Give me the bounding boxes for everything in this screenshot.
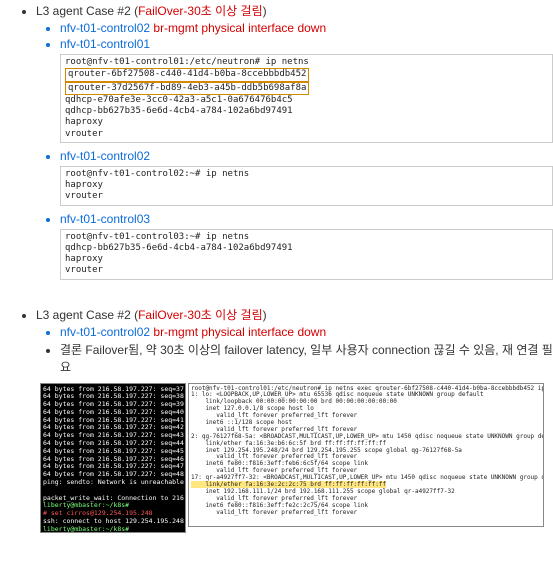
sec1-sub1-pre: nfv-t01-control02 <box>60 21 153 35</box>
sec1-title: L3 agent Case #2 (FailOver-30초 이상 걸림) <box>36 2 553 19</box>
sec2-title-pre: L3 agent Case #2 ( <box>36 308 138 322</box>
light-shot-tail: inet 192.168.111.1/24 brd 192.168.111.25… <box>191 488 455 516</box>
term3-l2: qdhcp-bb627b35-6e6d-4cb4-a784-102a6bd974… <box>65 243 293 253</box>
light-terminal-screenshot: root@nfv-t01-control01:/etc/neutron# ip … <box>188 383 544 527</box>
term3-l1: root@nfv-t01-control03:~# ip netns <box>65 232 249 242</box>
sec1-sub1: nfv-t01-control02 br-mgmt physical inter… <box>60 21 553 35</box>
sec2-sub1: nfv-t01-control02 br-mgmt physical inter… <box>60 325 553 339</box>
dark-shot-red: # set cirros@129.254.195.248 <box>43 509 153 517</box>
sec1-title-fail: FailOver-30초 이상 걸림 <box>138 4 263 18</box>
term1-box2: qrouter-37d2567f-bd89-4eb3-a45b-ddb5b698… <box>65 82 309 95</box>
terminal-control01: root@nfv-t01-control01:/etc/neutron# ip … <box>60 54 553 143</box>
dark-terminal-screenshot: 64 bytes from 216.58.197.227: seq=37 ttl… <box>40 383 186 533</box>
term2-l1: root@nfv-t01-control02:~# ip netns <box>65 169 249 179</box>
sec1-sub3: nfv-t01-control02 <box>60 149 553 163</box>
sec2-title: L3 agent Case #2 (FailOver-30초 이상 걸림) <box>36 306 553 323</box>
sec2-sub2: 결론 Failover됨, 약 30초 이상의 failover latency… <box>60 341 553 375</box>
sec1-title-post: ) <box>263 4 267 18</box>
dark-shot-body: 64 bytes from 216.58.197.227: seq=37 ttl… <box>43 385 186 502</box>
terminal-control03: root@nfv-t01-control03:~# ip netns qdhcp… <box>60 229 553 280</box>
light-shot-body: root@nfv-t01-control01:/etc/neutron# ip … <box>191 385 544 482</box>
sec1-title-pre: L3 agent Case #2 ( <box>36 4 138 18</box>
dark-shot-prompt2: liberty@mbaster:~/k8s# <box>43 525 133 533</box>
screenshot-row: 64 bytes from 216.58.197.227: seq=37 ttl… <box>40 383 553 533</box>
term1-l6: haproxy <box>65 117 103 127</box>
term2-l2: haproxy <box>65 180 103 190</box>
term3-l4: vrouter <box>65 265 103 275</box>
sec1-sub4: nfv-t01-control03 <box>60 212 553 226</box>
term2-l3: vrouter <box>65 191 103 201</box>
term1-l5: qdhcp-bb627b35-6e6d-4cb4-a784-102a6bd974… <box>65 106 293 116</box>
terminal-control02: root@nfv-t01-control02:~# ip netns hapro… <box>60 166 553 206</box>
term1-l4: qdhcp-e70afe3e-3cc0-42a3-a5c1-0a676476b4… <box>65 95 293 105</box>
dark-shot-last: ssh: connect to host 129.254.195.248 por… <box>43 517 186 525</box>
sec2-sub1-pre: nfv-t01-control02 <box>60 325 153 339</box>
term1-l7: vrouter <box>65 129 103 139</box>
sec1-sub2: nfv-t01-control01 <box>60 37 553 51</box>
dark-shot-prompt: liberty@mbaster:~/k8s# <box>43 501 133 509</box>
sec2-sub1-red: br-mgmt physical interface down <box>153 325 326 339</box>
term3-l3: haproxy <box>65 254 103 264</box>
term1-l1: root@nfv-t01-control01:/etc/neutron# ip … <box>65 57 309 67</box>
term1-box1: qrouter-6bf27508-c440-41d4-b0ba-8ccebbbd… <box>65 68 309 81</box>
sec2-title-post: ) <box>263 308 267 322</box>
sec2-title-fail: FailOver-30초 이상 걸림 <box>138 308 263 322</box>
sec1-sub1-red: br-mgmt physical interface down <box>153 21 326 35</box>
